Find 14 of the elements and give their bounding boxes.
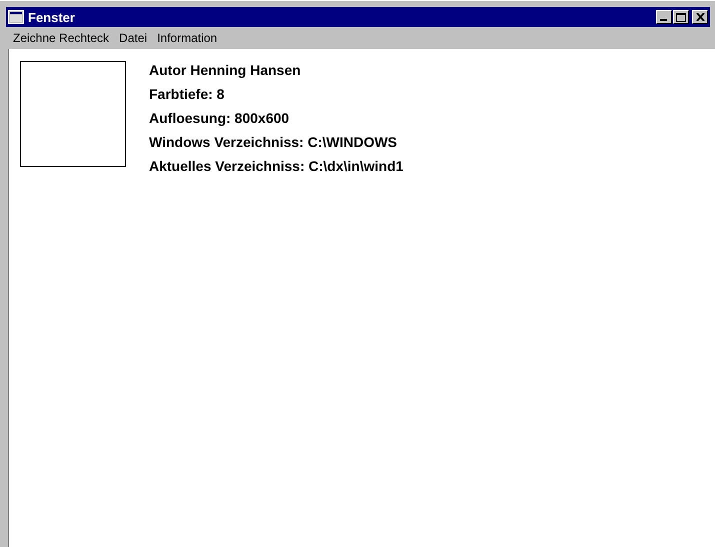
info-line: Aufloesung: 800x600 [149,109,290,128]
info-line: Autor Henning Hansen [149,61,302,80]
menu-item[interactable]: Zeichne Rechteck [8,31,114,45]
close-button[interactable] [692,10,708,24]
maximize-icon [676,12,686,22]
close-icon [696,13,704,21]
info-line: Aktuelles Verzeichniss: C:\dx\in\wind1 [149,157,404,176]
menu-item[interactable]: Datei [114,31,152,45]
info-line: Farbtiefe: 8 [149,85,226,104]
menu-item[interactable]: Information [152,31,222,45]
info-line: Windows Verzeichniss: C:\WINDOWS [149,133,398,152]
minimize-button[interactable] [656,10,672,24]
window-title: Fenster [28,10,76,24]
maximize-button[interactable] [673,10,689,24]
